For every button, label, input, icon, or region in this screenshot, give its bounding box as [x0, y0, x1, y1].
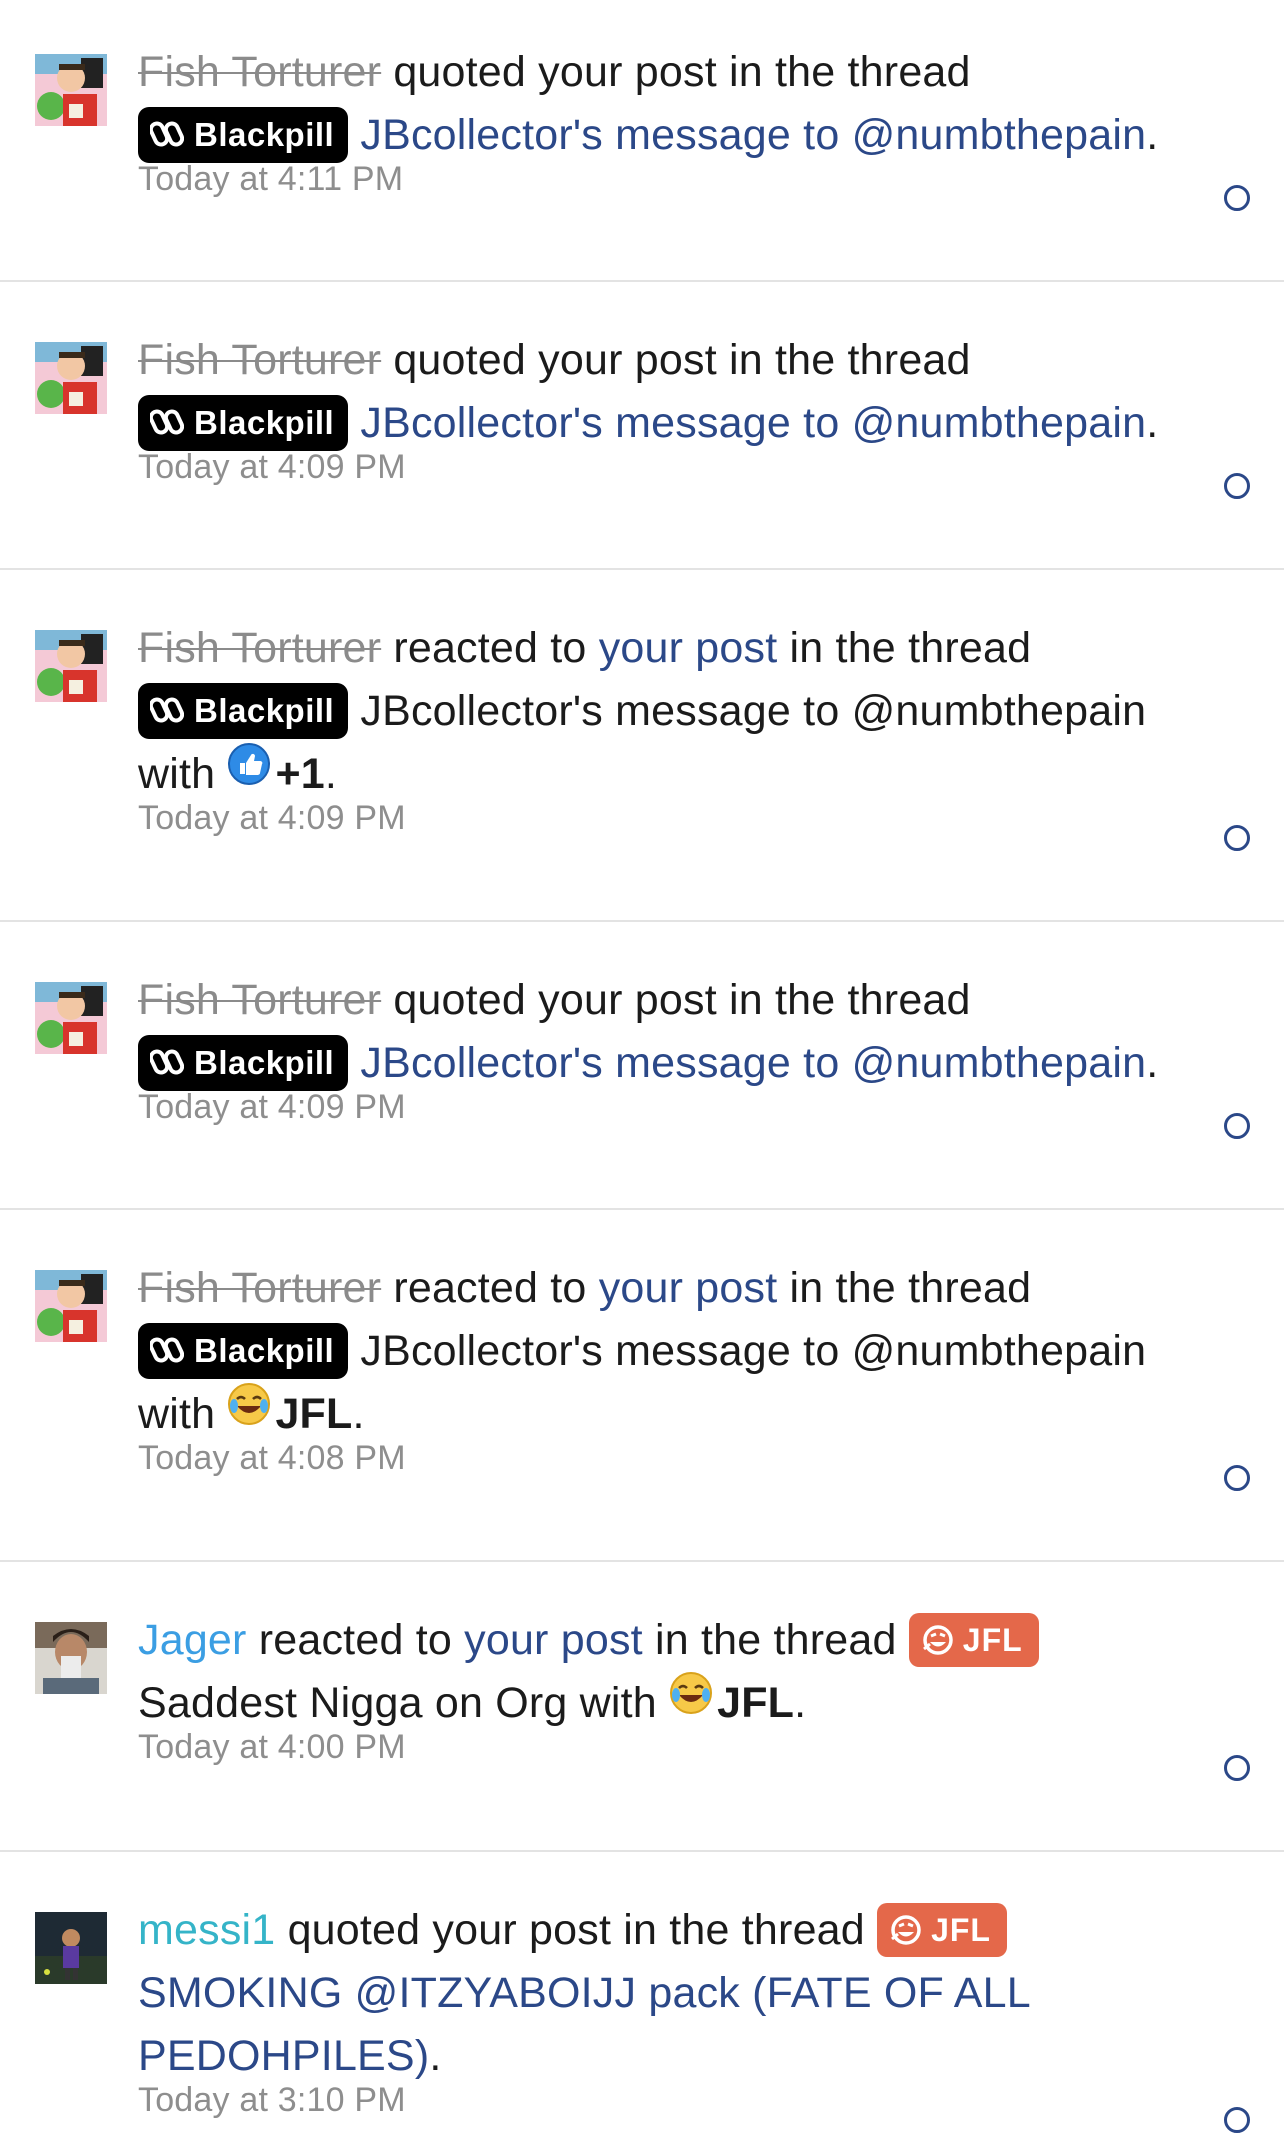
laughing-face-icon [922, 1624, 953, 1655]
action-text: in the thread [789, 624, 1032, 672]
crying-laughing-emoji-icon [669, 1670, 713, 1733]
prefix-label: JFL [931, 1911, 991, 1948]
notification-list: Fish Torturer quoted your post in the th… [0, 0, 1284, 2150]
avatar[interactable] [35, 54, 107, 126]
thread-link[interactable]: SMOKING @ITZYABOIJJ pack (FATE OF ALL [138, 1969, 1031, 2017]
unread-circle-icon[interactable] [1224, 185, 1250, 211]
unread-circle-icon[interactable] [1224, 1113, 1250, 1139]
avatar[interactable] [35, 1270, 107, 1342]
notification-item[interactable]: Jager reacted to your post in the thread… [0, 1562, 1284, 1852]
notification-item[interactable]: Fish Torturer quoted your post in the th… [0, 0, 1284, 282]
unread-circle-icon[interactable] [1224, 825, 1250, 851]
action-text: quoted your post in the thread [393, 336, 971, 384]
thread-title: Saddest Nigga on Org [138, 1679, 568, 1727]
unread-circle-icon[interactable] [1224, 1465, 1250, 1491]
notification-item[interactable]: messi1 quoted your post in the thread JF… [0, 1852, 1284, 2150]
thread-link[interactable]: JBcollector's message to @numbthepain [360, 399, 1146, 447]
timestamp: Today at 4:08 PM [138, 1439, 406, 1477]
pills-icon [148, 409, 185, 435]
prefix-badge[interactable]: JFL [908, 1612, 1039, 1667]
prefix-label: Blackpill [194, 1331, 335, 1369]
username[interactable]: Fish Torturer [138, 336, 381, 384]
username[interactable]: Fish Torturer [138, 48, 381, 96]
prefix-label: JFL [962, 1621, 1023, 1658]
avatar[interactable] [35, 1912, 107, 1984]
username[interactable]: Fish Torturer [138, 624, 381, 672]
post-link[interactable]: your post [464, 1616, 643, 1664]
reaction-label: JFL [717, 1679, 795, 1727]
post-link[interactable]: your post [599, 1264, 778, 1312]
action-text: reacted to [258, 1616, 452, 1664]
with-text: with [579, 1679, 657, 1727]
prefix-badge[interactable]: Blackpill [138, 106, 349, 163]
prefix-label: Blackpill [194, 403, 335, 441]
thread-link[interactable]: JBcollector's message to @numbthepain [360, 1039, 1146, 1087]
username[interactable]: Fish Torturer [138, 976, 381, 1024]
avatar[interactable] [35, 1622, 107, 1694]
laughing-face-icon [891, 1914, 921, 1945]
thread-link-continued[interactable]: PEDOHPILES) [138, 2032, 429, 2080]
thread-title: JBcollector's message to @numbthepain [360, 687, 1147, 735]
pills-icon [148, 121, 185, 147]
post-link[interactable]: your post [599, 624, 778, 672]
prefix-label: Blackpill [194, 691, 335, 729]
prefix-badge[interactable]: Blackpill [138, 682, 349, 739]
username[interactable]: messi1 [138, 1906, 275, 1954]
avatar[interactable] [35, 982, 107, 1054]
prefix-badge[interactable]: Blackpill [138, 1322, 349, 1379]
prefix-label: Blackpill [194, 1043, 335, 1081]
with-text: with [138, 1390, 216, 1438]
action-text: in the thread [654, 1616, 897, 1664]
username[interactable]: Jager [138, 1616, 247, 1664]
avatar[interactable] [35, 342, 107, 414]
notification-item[interactable]: Fish Torturer reacted to your post in th… [0, 570, 1284, 922]
prefix-badge[interactable]: JFL [877, 1902, 1007, 1957]
action-text: in the thread [789, 1264, 1032, 1312]
action-text: reacted to [393, 1264, 587, 1312]
username[interactable]: Fish Torturer [138, 1264, 381, 1312]
prefix-badge[interactable]: Blackpill [138, 1034, 349, 1091]
pills-icon [148, 1337, 185, 1363]
thumbs-up-icon [227, 741, 271, 804]
notification-item[interactable]: Fish Torturer reacted to your post in th… [0, 1210, 1284, 1562]
reaction-label: JFL [275, 1390, 353, 1438]
crying-laughing-emoji-icon [227, 1381, 271, 1444]
notification-item[interactable]: Fish Torturer quoted your post in the th… [0, 922, 1284, 1210]
prefix-badge[interactable]: Blackpill [138, 394, 349, 451]
unread-circle-icon[interactable] [1224, 473, 1250, 499]
prefix-label: Blackpill [194, 115, 335, 153]
action-text: quoted your post in the thread [393, 48, 971, 96]
notification-item[interactable]: Fish Torturer quoted your post in the th… [0, 282, 1284, 570]
pills-icon [148, 697, 185, 723]
thread-title: JBcollector's message to @numbthepain [360, 1327, 1147, 1375]
action-text: quoted your post in the thread [393, 976, 971, 1024]
thread-link[interactable]: JBcollector's message to @numbthepain [360, 111, 1146, 159]
timestamp: Today at 3:10 PM [138, 2081, 406, 2119]
action-text: reacted to [393, 624, 587, 672]
reaction-label: +1 [275, 750, 325, 798]
action-text: quoted your post in the thread [287, 1906, 865, 1954]
timestamp: Today at 4:09 PM [138, 799, 406, 837]
unread-circle-icon[interactable] [1224, 1755, 1250, 1781]
avatar[interactable] [35, 630, 107, 702]
with-text: with [138, 750, 216, 798]
unread-circle-icon[interactable] [1224, 2107, 1250, 2133]
pills-icon [148, 1049, 185, 1075]
